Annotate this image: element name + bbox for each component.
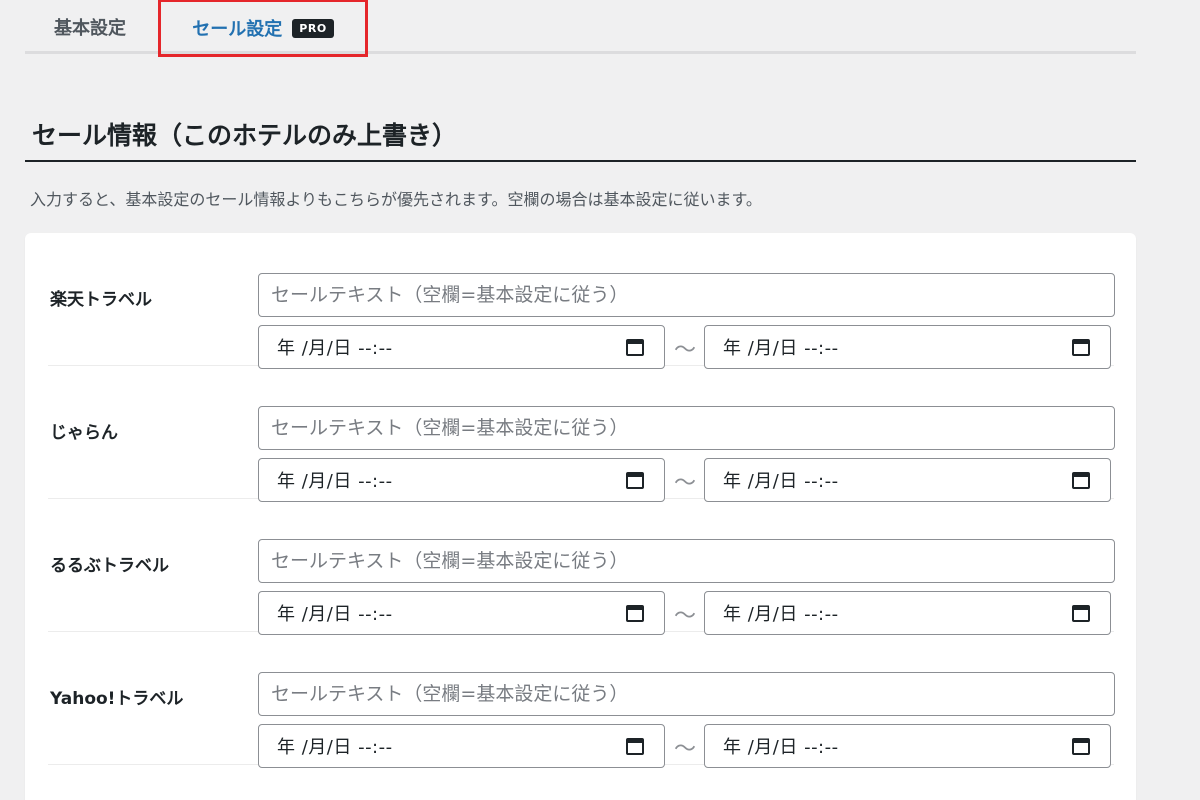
sale-start-date-input[interactable]: 年 /月/日 --:-- — [258, 591, 665, 635]
sale-start-date-input[interactable]: 年 /月/日 --:-- — [258, 458, 665, 502]
tab-basic-settings-label: 基本設定 — [54, 18, 126, 39]
sale-end-date-input[interactable]: 年 /月/日 --:-- — [704, 325, 1111, 369]
sale-text-input[interactable] — [258, 539, 1115, 583]
ota-row-yahoo: Yahoo!トラベル 年 /月/日 --:-- 〜 年 /月/日 --:-- — [48, 632, 1115, 768]
date-placeholder: 年 /月/日 --:-- — [277, 338, 393, 359]
settings-tabs: 基本設定 セール設定 PRO — [25, 0, 1136, 57]
sale-end-date-input[interactable]: 年 /月/日 --:-- — [704, 724, 1111, 768]
ota-row-rurubu: るるぶトラベル 年 /月/日 --:-- 〜 年 /月/日 --:-- — [48, 499, 1115, 635]
date-placeholder: 年 /月/日 --:-- — [723, 471, 839, 492]
calendar-icon[interactable] — [1072, 737, 1090, 755]
calendar-icon[interactable] — [626, 471, 644, 489]
ota-row-jalan: じゃらん 年 /月/日 --:-- 〜 年 /月/日 --:-- — [48, 366, 1115, 502]
ota-label: じゃらん — [50, 423, 118, 443]
section-title: セール情報（このホテルのみ上書き） — [25, 116, 1136, 162]
date-placeholder: 年 /月/日 --:-- — [277, 471, 393, 492]
date-placeholder: 年 /月/日 --:-- — [723, 338, 839, 359]
date-range-separator: 〜 — [673, 471, 696, 496]
sale-start-date-input[interactable]: 年 /月/日 --:-- — [258, 724, 665, 768]
date-placeholder: 年 /月/日 --:-- — [723, 737, 839, 758]
tab-sale-settings-label: セール設定 — [192, 19, 283, 40]
date-range-separator: 〜 — [673, 604, 696, 629]
sale-text-input[interactable] — [258, 273, 1115, 317]
ota-label: るるぶトラベル — [50, 556, 169, 576]
calendar-icon[interactable] — [626, 604, 644, 622]
sale-text-input[interactable] — [258, 406, 1115, 450]
date-placeholder: 年 /月/日 --:-- — [723, 604, 839, 625]
ota-label: Yahoo!トラベル — [50, 689, 184, 709]
sale-start-date-input[interactable]: 年 /月/日 --:-- — [258, 325, 665, 369]
calendar-icon[interactable] — [1072, 604, 1090, 622]
calendar-icon[interactable] — [626, 737, 644, 755]
section-description: 入力すると、基本設定のセール情報よりもこちらが優先されます。空欄の場合は基本設定… — [30, 190, 762, 209]
calendar-icon[interactable] — [1072, 471, 1090, 489]
tab-sale-settings[interactable]: セール設定 PRO — [158, 0, 368, 57]
pro-badge: PRO — [292, 18, 334, 38]
date-placeholder: 年 /月/日 --:-- — [277, 737, 393, 758]
sale-text-input[interactable] — [258, 672, 1115, 716]
ota-label: 楽天トラベル — [50, 290, 152, 310]
date-range-separator: 〜 — [673, 338, 696, 363]
calendar-icon[interactable] — [626, 338, 644, 356]
sale-info-card: 楽天トラベル 年 /月/日 --:-- 〜 年 /月/日 --:-- じゃらん … — [25, 233, 1136, 800]
date-range-separator: 〜 — [673, 737, 696, 762]
calendar-icon[interactable] — [1072, 338, 1090, 356]
tab-basic-settings[interactable]: 基本設定 — [25, 0, 155, 54]
sale-end-date-input[interactable]: 年 /月/日 --:-- — [704, 591, 1111, 635]
ota-row-rakuten: 楽天トラベル 年 /月/日 --:-- 〜 年 /月/日 --:-- — [48, 233, 1115, 369]
sale-settings-page: 基本設定 セール設定 PRO セール情報（このホテルのみ上書き） 入力すると、基… — [0, 0, 1200, 800]
date-placeholder: 年 /月/日 --:-- — [277, 604, 393, 625]
sale-end-date-input[interactable]: 年 /月/日 --:-- — [704, 458, 1111, 502]
